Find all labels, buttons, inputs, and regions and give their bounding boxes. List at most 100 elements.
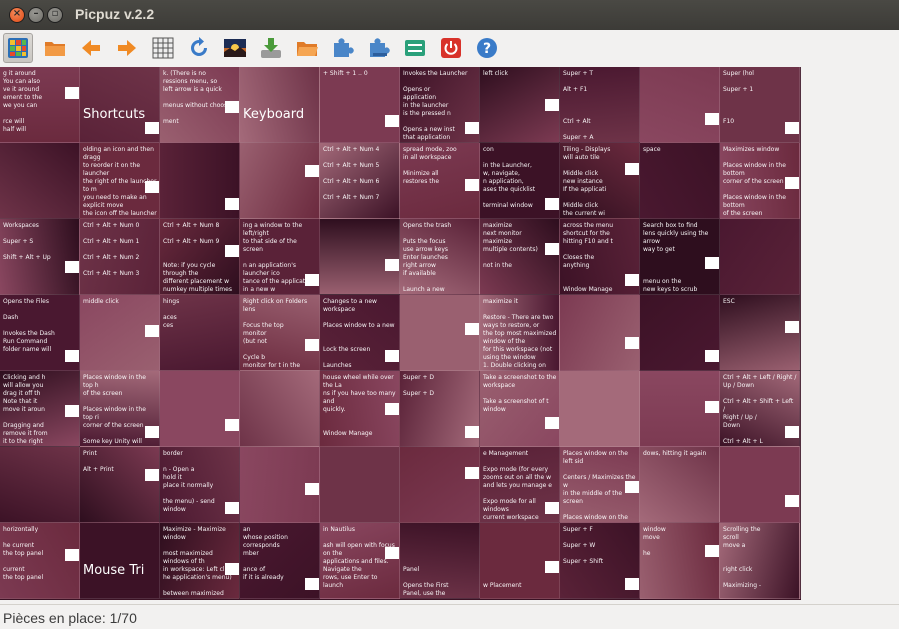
puzzle-piece[interactable] bbox=[320, 219, 400, 295]
next-button[interactable] bbox=[112, 33, 142, 63]
piece-tab bbox=[785, 495, 799, 507]
puzzle-piece[interactable]: olding an icon and then dragg to reorder… bbox=[80, 143, 160, 219]
puzzle-piece[interactable]: ESC bbox=[720, 295, 800, 371]
puzzle-piece[interactable] bbox=[560, 371, 640, 447]
puzzle-piece[interactable] bbox=[240, 447, 320, 523]
puzzle-piece[interactable] bbox=[640, 371, 720, 447]
puzzle-piece[interactable]: hings aces ces bbox=[160, 295, 240, 371]
puzzle-piece[interactable]: Scrolling the scroll move a right click … bbox=[720, 523, 800, 599]
puzzle-piece[interactable]: Super + T Alt + F1 Ctrl + Alt Super + A bbox=[560, 67, 640, 143]
piece-shape-button[interactable] bbox=[328, 33, 358, 63]
puzzle-piece[interactable]: dows, hitting it again bbox=[640, 447, 720, 523]
puzzle-piece[interactable] bbox=[800, 219, 801, 295]
puzzle-piece[interactable]: g it around You can also ve it around em… bbox=[0, 67, 80, 143]
puzzle-piece[interactable]: Ctrl + Alt + Left / Right / Up / Down Ct… bbox=[720, 371, 800, 447]
puzzle-piece[interactable]: left click bbox=[480, 67, 560, 143]
puzzle-piece[interactable] bbox=[720, 219, 800, 295]
settings-button[interactable] bbox=[400, 33, 430, 63]
puzzle-piece[interactable]: Maximizes window Places window in the bo… bbox=[720, 143, 800, 219]
puzzle-piece[interactable]: Super + D Super + D bbox=[400, 371, 480, 447]
puzzle-piece[interactable]: Ctrl + Alt + Num 4 Ctrl + Alt + Num 5 Ct… bbox=[320, 143, 400, 219]
puzzle-piece[interactable]: Panel Opens the First Panel, use the bbox=[400, 523, 480, 599]
maximize-window-button[interactable]: ▫ bbox=[47, 7, 63, 23]
puzzle-piece[interactable]: spread mode, zoo in all workspace Minimi… bbox=[400, 143, 480, 219]
puzzle-piece[interactable]: Super + F Super + W Super + Shift bbox=[560, 523, 640, 599]
puzzle-piece[interactable]: space bbox=[640, 143, 720, 219]
image-button[interactable] bbox=[220, 33, 250, 63]
piece-tab bbox=[225, 502, 239, 514]
puzzle-piece[interactable]: an whose position corresponds mber ance … bbox=[240, 523, 320, 599]
help-button[interactable]: ? bbox=[472, 33, 502, 63]
puzzle-piece[interactable]: con in the Launcher, w, navigate, n appl… bbox=[480, 143, 560, 219]
puzzle-piece[interactable]: Tiling - Displays will auto tile Middle … bbox=[560, 143, 640, 219]
piece-shape-alt-button[interactable] bbox=[364, 33, 394, 63]
puzzle-piece[interactable] bbox=[320, 447, 400, 523]
puzzle-piece[interactable]: Search box to find lens quickly using th… bbox=[640, 219, 720, 295]
open-file-button[interactable] bbox=[40, 33, 70, 63]
refresh-button[interactable] bbox=[184, 33, 214, 63]
puzzle-piece[interactable]: Clicking and h will allow you drag it of… bbox=[0, 371, 80, 447]
puzzle-piece[interactable] bbox=[800, 447, 801, 523]
puzzle-piece[interactable]: launcher to a different t nel will bbox=[800, 143, 801, 219]
puzzle-piece[interactable] bbox=[800, 523, 801, 599]
folder-button[interactable] bbox=[292, 33, 322, 63]
puzzle-piece[interactable]: Note: the D bbox=[800, 67, 801, 143]
puzzle-piece[interactable]: Print Alt + Print bbox=[80, 447, 160, 523]
puzzle-piece[interactable]: Take a screenshot to the workspace Take … bbox=[480, 371, 560, 447]
puzzle-piece[interactable]: Ctrl + Alt + Num 0 Ctrl + Alt + Num 1 Ct… bbox=[80, 219, 160, 295]
puzzle-piece[interactable]: Maximize - Maximize window most maximize… bbox=[160, 523, 240, 599]
puzzle-piece[interactable]: across the menu shortcut for the hitting… bbox=[560, 219, 640, 295]
puzzle-piece[interactable] bbox=[160, 371, 240, 447]
puzzle-piece[interactable]: horizontally he current the top panel cu… bbox=[0, 523, 80, 599]
puzzle-piece[interactable]: Places window on the left sid Centers / … bbox=[560, 447, 640, 523]
save-button[interactable] bbox=[256, 33, 286, 63]
puzzle-piece[interactable]: Launcher bbox=[240, 371, 320, 447]
puzzle-piece[interactable]: Mouse Tri bbox=[80, 523, 160, 599]
puzzle-piece[interactable]: e Management Expo mode (for every zooms … bbox=[480, 447, 560, 523]
piece-tab bbox=[625, 481, 639, 493]
puzzle-piece[interactable] bbox=[160, 143, 240, 219]
puzzle-piece[interactable]: Opens the Files Dash Invokes the Dash Ru… bbox=[0, 295, 80, 371]
puzzle-piece[interactable]: Invokes the Launcher Opens or applicatio… bbox=[400, 67, 480, 143]
minimize-window-button[interactable]: – bbox=[28, 7, 44, 23]
previous-button[interactable] bbox=[76, 33, 106, 63]
puzzle-piece[interactable]: border n - Open a hold it place it norma… bbox=[160, 447, 240, 523]
puzzle-piece[interactable]: Super (hol Super + 1 F10 bbox=[720, 67, 800, 143]
puzzle-piece[interactable] bbox=[800, 295, 801, 371]
puzzle-piece[interactable]: Places window in the top h of the screen… bbox=[80, 371, 160, 447]
puzzle-piece[interactable] bbox=[640, 67, 720, 143]
puzzle-piece[interactable]: Scre ns out on all windows the workspace bbox=[800, 371, 801, 447]
puzzle-piece[interactable]: Workspaces Super + S Shift + Alt + Up bbox=[0, 219, 80, 295]
puzzle-piece[interactable]: maximize it Restore - There are two ways… bbox=[480, 295, 560, 371]
puzzle-piece[interactable]: in Nautilus ash will open with focus on … bbox=[320, 523, 400, 599]
puzzle-piece[interactable] bbox=[240, 143, 320, 219]
puzzle-piece[interactable]: k. (There is no ressions menu, so left a… bbox=[160, 67, 240, 143]
puzzle-piece[interactable]: middle click bbox=[80, 295, 160, 371]
puzzle-board[interactable]: g it around You can also ve it around em… bbox=[0, 67, 801, 600]
puzzle-piece[interactable] bbox=[400, 447, 480, 523]
close-window-button[interactable]: × bbox=[9, 7, 25, 23]
puzzle-piece[interactable]: Opens the trash Puts the focus use arrow… bbox=[400, 219, 480, 295]
puzzle-piece[interactable]: Changes to a new workspace Places window… bbox=[320, 295, 400, 371]
puzzle-piece[interactable]: window move he bbox=[640, 523, 720, 599]
puzzle-piece[interactable]: maximize next monitor maximize multiple … bbox=[480, 219, 560, 295]
grid-button[interactable] bbox=[148, 33, 178, 63]
puzzle-piece[interactable]: ing a window to the left/right to that s… bbox=[240, 219, 320, 295]
minimize-icon: – bbox=[33, 8, 39, 19]
puzzle-piece[interactable]: Shortcuts bbox=[80, 67, 160, 143]
puzzle-piece[interactable]: Ctrl + Alt + Num 8 Ctrl + Alt + Num 9 No… bbox=[160, 219, 240, 295]
puzzle-piece[interactable]: w Placement bbox=[480, 523, 560, 599]
new-puzzle-button[interactable] bbox=[3, 33, 33, 63]
piece-text: Super + D Super + D bbox=[403, 374, 435, 397]
puzzle-piece[interactable]: Right click on Folders lens Focus the to… bbox=[240, 295, 320, 371]
puzzle-piece[interactable] bbox=[560, 295, 640, 371]
puzzle-piece[interactable] bbox=[640, 295, 720, 371]
puzzle-piece[interactable] bbox=[0, 447, 80, 523]
puzzle-piece[interactable] bbox=[0, 143, 80, 219]
puzzle-piece[interactable]: + Shift + 1 .. 0 bbox=[320, 67, 400, 143]
quit-button[interactable] bbox=[436, 33, 466, 63]
puzzle-piece[interactable] bbox=[720, 447, 800, 523]
puzzle-piece[interactable]: house wheel while over the La ns if you … bbox=[320, 371, 400, 447]
puzzle-piece[interactable] bbox=[400, 295, 480, 371]
puzzle-piece[interactable]: Keyboard bbox=[240, 67, 320, 143]
